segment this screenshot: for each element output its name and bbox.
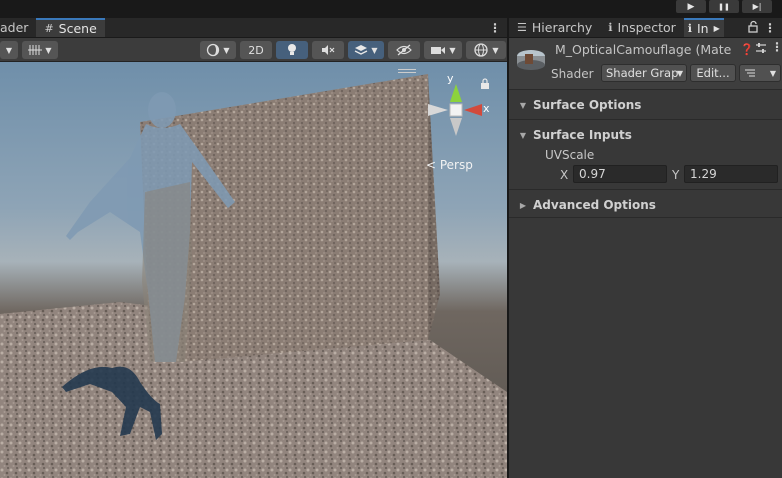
shader-label: Shader xyxy=(551,67,594,81)
chevron-down-icon: ▼ xyxy=(449,45,456,55)
section-separator xyxy=(509,217,782,218)
scene-toolbar: ▼ ▼ ▼ 2D ▼ ▼ ▼ xyxy=(0,38,507,62)
top-toolbar: ▶ ❚❚ ▶| xyxy=(0,0,782,18)
tab-inspector-2[interactable]: ℹ In ▶ xyxy=(683,18,724,37)
step-icon: ▶| xyxy=(752,2,762,11)
component-menu-icon[interactable]: ⋮ xyxy=(771,40,782,54)
tab-shader-graph[interactable]: ader xyxy=(0,18,36,37)
material-name: M_OpticalCamouflage (Mate xyxy=(555,42,732,57)
mode-2d-toggle[interactable]: 2D xyxy=(240,41,272,59)
section-title: Surface Options xyxy=(533,98,642,112)
play-icon: ▶ xyxy=(687,1,695,12)
tab-label: ader xyxy=(0,20,29,35)
chevron-down-icon: ▼ xyxy=(371,45,378,55)
section-title: Surface Inputs xyxy=(533,128,632,142)
projection-label[interactable]: < Persp xyxy=(426,158,473,172)
info-icon: ℹ xyxy=(687,22,692,35)
field-value: 0.97 xyxy=(579,167,606,181)
section-separator xyxy=(509,189,782,190)
tab-label: Hierarchy xyxy=(531,20,593,35)
gizmos-dropdown[interactable]: ▼ xyxy=(466,41,506,59)
tab-label: Scene xyxy=(58,21,97,36)
scene-visibility-toggle[interactable] xyxy=(388,41,420,59)
info-icon: ℹ xyxy=(608,21,613,34)
section-advanced-options[interactable]: ▶ Advanced Options xyxy=(509,194,782,216)
tab-inspector[interactable]: ℹ Inspector xyxy=(600,18,684,37)
preset-settings-icon[interactable] xyxy=(755,42,767,54)
hierarchy-icon: ☰ xyxy=(517,21,527,34)
chevron-down-icon: ▼ xyxy=(223,45,230,55)
lighting-toggle[interactable] xyxy=(276,41,308,59)
pause-button[interactable]: ❚❚ xyxy=(709,0,739,13)
chevron-down-icon: ▼ xyxy=(769,68,776,78)
shader-value: Shader Grap xyxy=(606,66,679,80)
tab-label: In xyxy=(696,21,709,36)
uvscale-label: UVScale xyxy=(545,148,595,162)
audio-mute-icon xyxy=(322,45,335,55)
lock-icon[interactable] xyxy=(746,20,760,34)
chevron-down-icon: ▼ xyxy=(45,45,52,55)
material-header: M_OpticalCamouflage (Mate ❓ ⋮ Shader Sha… xyxy=(509,38,782,90)
help-icon[interactable]: ❓ xyxy=(740,43,754,56)
material-preview-icon xyxy=(515,44,547,76)
overlay-drag-handle[interactable] xyxy=(398,69,416,73)
scene-tab-menu-icon[interactable]: ⋮ xyxy=(489,18,501,38)
edit-shader-button[interactable]: Edit... xyxy=(690,64,736,82)
globe-gizmo-icon xyxy=(474,43,489,57)
camera-dropdown[interactable]: ▼ xyxy=(424,41,462,59)
chevron-down-icon: ▼ xyxy=(492,45,499,55)
button-label: Edit... xyxy=(696,66,730,80)
hidden-eye-icon xyxy=(396,44,412,56)
uvscale-x-label[interactable]: X xyxy=(560,168,568,182)
gizmo-x-label: x xyxy=(483,102,490,115)
chevron-down-icon: ▼ xyxy=(676,68,683,78)
tab-hierarchy[interactable]: ☰ Hierarchy xyxy=(509,18,600,37)
inspector-tab-menu-icon[interactable]: ⋮ xyxy=(764,18,776,38)
scene-tab-row: ader # Scene ⋮ xyxy=(0,18,507,38)
scene-viewport[interactable]: y x < Persp xyxy=(0,62,507,478)
toggle-label: 2D xyxy=(248,43,264,57)
shader-options-dropdown[interactable]: ▼ xyxy=(739,64,781,82)
field-value: 1.29 xyxy=(690,167,717,181)
uvscale-x-field[interactable]: 0.97 xyxy=(573,165,667,183)
grid-snap-dropdown[interactable]: ▼ xyxy=(22,41,58,59)
inspector-panel: M_OpticalCamouflage (Mate ❓ ⋮ Shader Sha… xyxy=(509,38,782,478)
sphere-shading-icon xyxy=(207,43,220,57)
step-button[interactable]: ▶| xyxy=(742,0,772,13)
section-separator xyxy=(509,119,782,120)
effects-dropdown[interactable]: ▼ xyxy=(348,41,384,59)
play-button[interactable]: ▶ xyxy=(676,0,706,13)
expand-triangle-icon: ▼ xyxy=(519,100,527,110)
pause-icon: ❚❚ xyxy=(718,2,730,11)
tab-overflow-arrow-icon[interactable]: ▶ xyxy=(714,24,720,33)
inspector-tab-row: ☰ Hierarchy ℹ Inspector ℹ In ▶ ⋮ xyxy=(509,18,782,38)
scene-grid-icon: # xyxy=(44,22,54,35)
section-surface-inputs[interactable]: ▼ Surface Inputs xyxy=(509,124,782,146)
draw-mode-dropdown[interactable]: ▼ xyxy=(0,41,18,59)
expand-triangle-icon: ▼ xyxy=(519,130,527,140)
shader-dropdown[interactable]: Shader Grap ▼ xyxy=(601,64,687,82)
section-title: Advanced Options xyxy=(533,198,656,212)
camera-icon xyxy=(431,47,446,54)
lightbulb-icon xyxy=(288,44,296,55)
list-icon xyxy=(745,69,755,77)
layers-effects-icon xyxy=(355,45,368,55)
audio-toggle[interactable] xyxy=(312,41,344,59)
tab-scene[interactable]: # Scene xyxy=(36,18,105,37)
shading-mode-dropdown[interactable]: ▼ xyxy=(200,41,236,59)
gizmo-lock-icon[interactable] xyxy=(480,78,490,90)
grid-icon xyxy=(28,45,43,55)
gizmo-y-label: y xyxy=(447,72,454,85)
tab-label: Inspector xyxy=(617,20,676,35)
uvscale-y-label[interactable]: Y xyxy=(672,168,679,182)
collapsed-triangle-icon: ▶ xyxy=(519,200,527,210)
uvscale-y-field[interactable]: 1.29 xyxy=(684,165,778,183)
section-surface-options[interactable]: ▼ Surface Options xyxy=(509,94,782,116)
chevron-down-icon: ▼ xyxy=(5,45,13,55)
